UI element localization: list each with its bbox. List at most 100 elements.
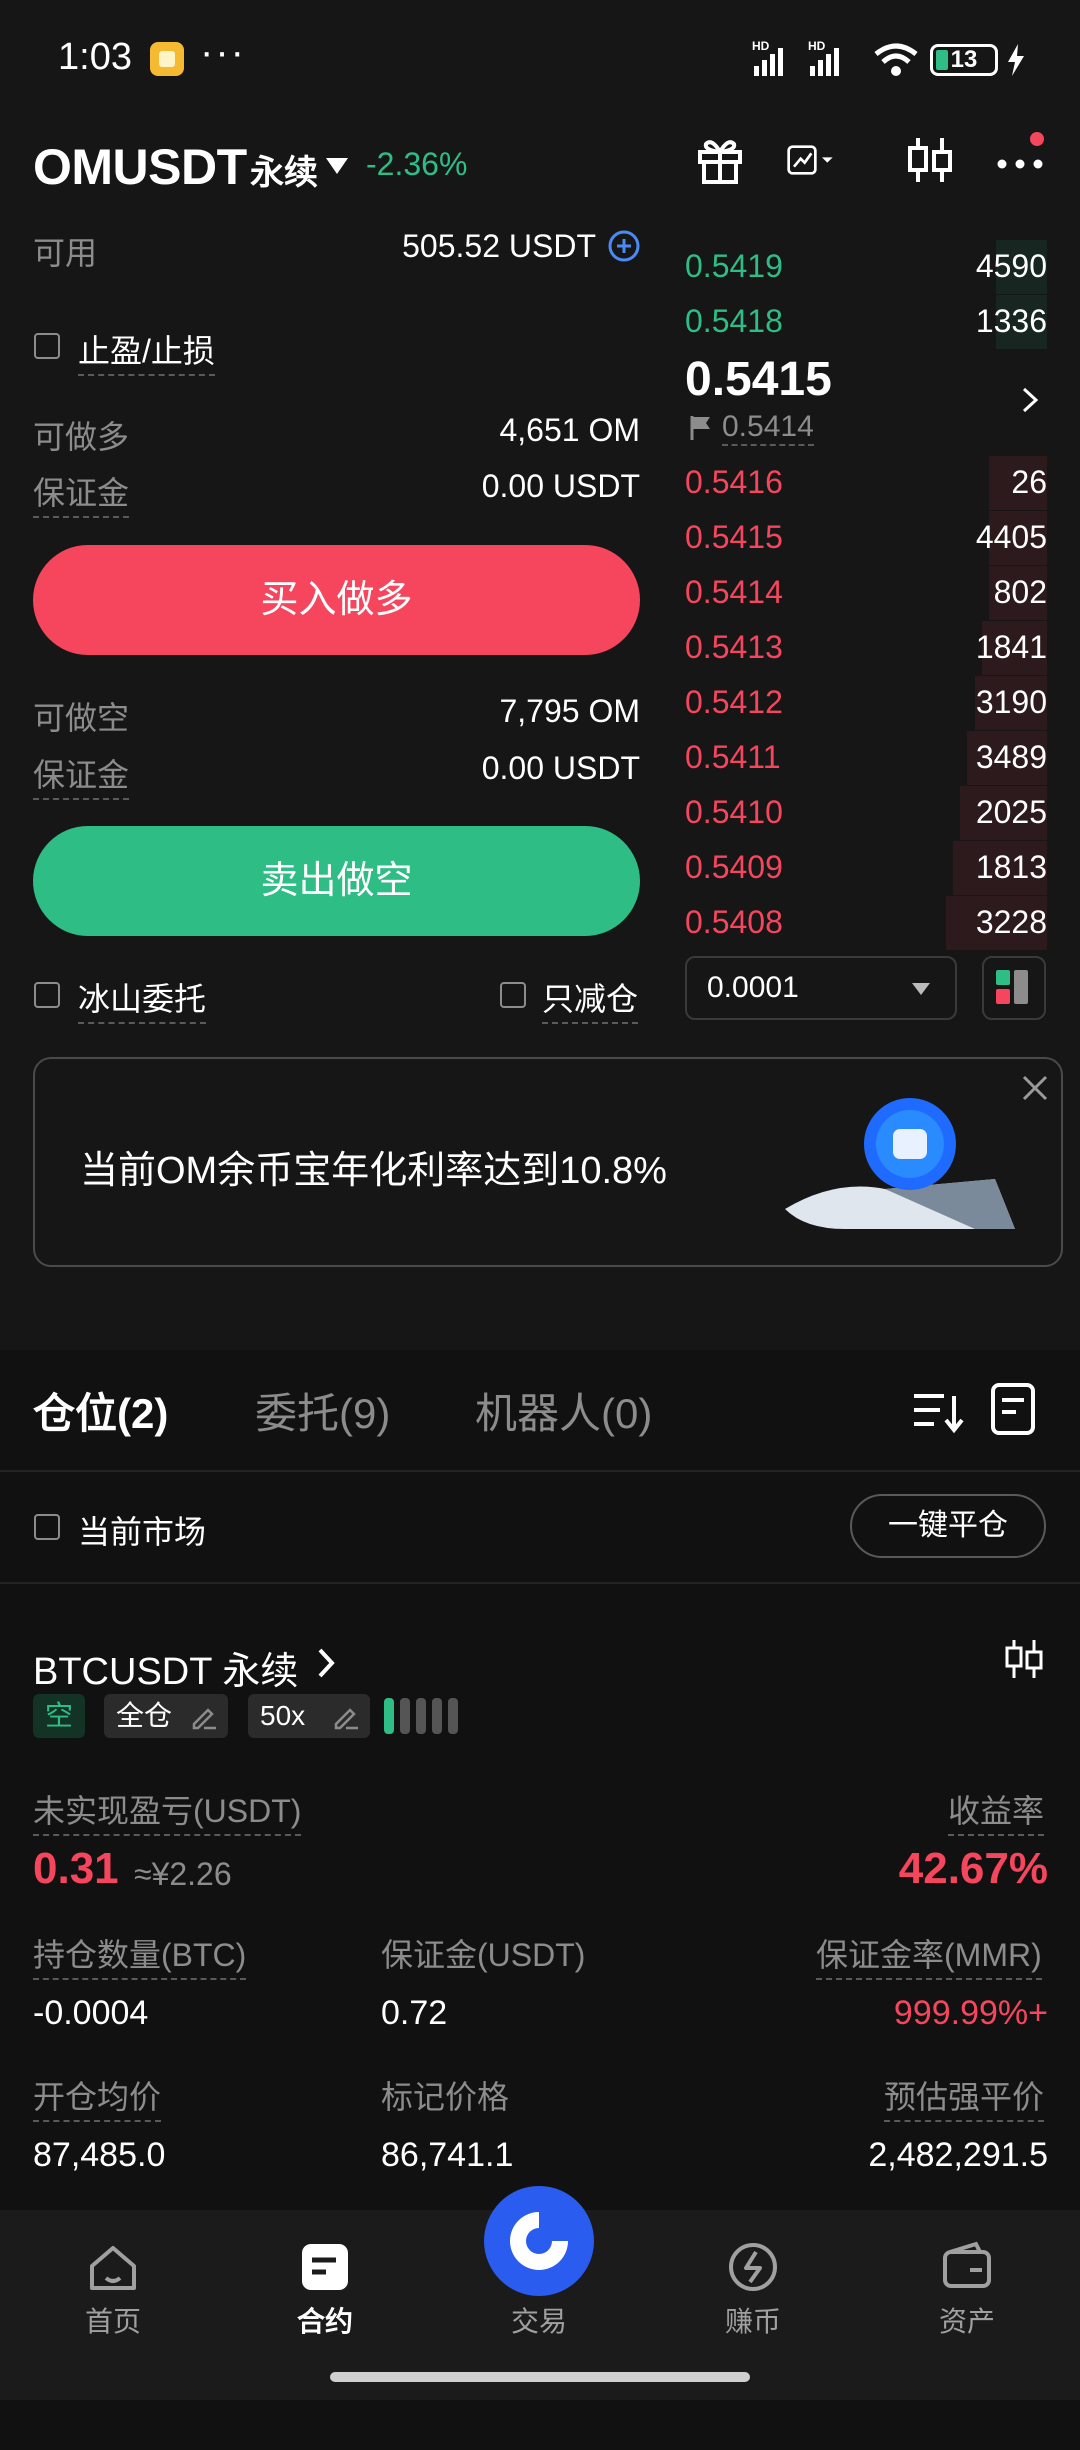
unrealized-pnl-value: 0.31 [33,1844,119,1893]
chevron-right-icon[interactable] [1020,385,1042,415]
margin-short-label: 保证金 [33,750,130,800]
orderbook-row[interactable]: 0.5419 4590 [685,240,1047,294]
history-document-icon[interactable] [990,1382,1038,1438]
orderbook-qty: 1336 [975,303,1047,339]
long-available-label: 可做多 [33,419,130,455]
orderbook-row[interactable]: 0.5410 2025 [685,786,1047,840]
nav-assets[interactable]: 资产 [897,2300,1037,2340]
charging-icon [1008,44,1024,76]
iceberg-label[interactable]: 冰山委托 [78,974,207,1024]
orderbook-price: 0.5419 [685,248,783,284]
mmr-value: 999.99%+ [893,1994,1048,2032]
position-size-value: -0.0004 [33,1994,149,2032]
orderbook-qty: 2025 [975,794,1047,830]
orderbook-price: 0.5410 [685,794,783,830]
orderbook-price: 0.5418 [685,303,783,339]
position-symbol[interactable]: BTCUSDT 永续 [33,1640,298,1695]
orderbook-row[interactable]: 0.5414 802 [685,566,1047,620]
nav-home[interactable]: 首页 [43,2300,183,2340]
position-margin-label: 保证金(USDT) [381,1937,586,1973]
trade-button[interactable] [484,2186,594,2296]
orderbook-row[interactable]: 0.5412 3190 [685,676,1047,730]
futures-icon[interactable] [298,2240,352,2294]
notification-dot [1030,132,1044,146]
buy-long-button[interactable]: 买入做多 [33,545,640,655]
orderbook-qty: 3228 [975,904,1047,940]
orderbook-row[interactable]: 0.5411 3489 [685,731,1047,785]
pair-title[interactable]: OMUSDT [33,138,247,196]
orderbook-qty: 1813 [975,849,1047,885]
home-icon[interactable] [86,2240,140,2294]
divider [0,1582,1080,1584]
orderbook-row[interactable]: 0.5413 1841 [685,621,1047,675]
available-label: 可用 [33,235,98,271]
orderbook-row[interactable]: 0.5408 3228 [685,896,1047,950]
nav-futures[interactable]: 合约 [255,2300,395,2340]
reduce-only-label[interactable]: 只减仓 [542,974,639,1024]
orderbook-qty: 4590 [975,248,1047,284]
roe-value: 42.67% [898,1844,1048,1893]
home-indicator [330,2372,750,2382]
orderbook-row[interactable]: 0.5418 1336 [685,295,1047,349]
orderbook-layout-button[interactable] [982,956,1046,1020]
candlestick-icon[interactable] [900,130,960,190]
orderbook-row[interactable]: 0.5409 1813 [685,841,1047,895]
orderbook-price: 0.5415 [685,519,783,555]
leverage-tag[interactable]: 50x [248,1694,370,1738]
chevron-right-icon[interactable] [316,1646,340,1680]
sort-icon[interactable] [912,1388,964,1436]
tp-sl-checkbox[interactable] [34,333,60,359]
orderbook-row[interactable]: 0.5416 26 [685,456,1047,510]
layout-icon [996,970,1028,1004]
tp-sl-label[interactable]: 止盈/止损 [78,326,215,376]
chart-icon[interactable] [786,130,846,190]
candlestick-icon[interactable] [1002,1636,1046,1682]
orderbook-qty: 3489 [975,739,1047,775]
pair-dropdown-icon[interactable] [326,158,348,174]
liquidation-price-value: 2,482,291.5 [868,2136,1048,2174]
edit-icon [334,1708,358,1730]
tab-bots[interactable]: 机器人(0) [475,1380,652,1441]
divider [0,1470,1080,1472]
tab-orders[interactable]: 委托(9) [255,1380,390,1441]
promo-banner[interactable]: 当前OM余币宝年化利率达到10.8% [33,1057,1063,1267]
current-market-label[interactable]: 当前市场 [78,1507,206,1553]
long-available-value: 4,651 OM [499,412,640,448]
close-all-button[interactable]: 一键平仓 [850,1494,1046,1558]
trade-icon [510,2212,568,2270]
last-price: 0.5415 [685,353,832,406]
tab-positions[interactable]: 仓位(2) [33,1380,168,1441]
svg-text:HD: HD [752,40,770,53]
more-notifications-icon: ··· [200,30,246,74]
iceberg-checkbox[interactable] [34,982,60,1008]
reduce-only-checkbox[interactable] [500,982,526,1008]
orderbook-row[interactable]: 0.5415 4405 [685,511,1047,565]
orderbook-price: 0.5409 [685,849,783,885]
side-tag: 空 [33,1694,86,1738]
margin-mode-label: 全仓 [116,1700,173,1731]
unrealized-pnl-cny: ≈¥2.26 [134,1856,232,1892]
margin-long-label: 保证金 [33,468,130,518]
orderbook-price: 0.5408 [685,904,783,940]
sell-short-button[interactable]: 卖出做空 [33,826,640,936]
nav-earn[interactable]: 赚币 [683,2300,823,2340]
orderbook-price: 0.5413 [685,629,783,665]
short-available-label: 可做空 [33,700,130,736]
orderbook-qty: 4405 [975,519,1047,555]
earn-icon[interactable] [726,2240,780,2294]
promo-text: 当前OM余币宝年化利率达到10.8% [80,1150,667,1192]
roe-label: 收益率 [948,1786,1045,1836]
price-change: -2.36% [366,146,468,182]
mark-price-value: 86,741.1 [381,2136,514,2174]
orderbook-qty: 1841 [975,629,1047,665]
wallet-icon[interactable] [940,2240,994,2294]
precision-dropdown-icon[interactable] [912,983,930,995]
margin-mode-tag[interactable]: 全仓 [104,1694,228,1738]
coin-hand-illustration [785,1098,1015,1229]
transfer-plus-icon[interactable] [607,229,641,263]
gift-icon[interactable] [690,130,750,190]
current-market-checkbox[interactable] [34,1514,60,1540]
position-size-label: 持仓数量(BTC) [33,1930,247,1980]
nav-trade[interactable]: 交易 [469,2300,609,2340]
pair-type[interactable]: 永续 [250,145,318,194]
